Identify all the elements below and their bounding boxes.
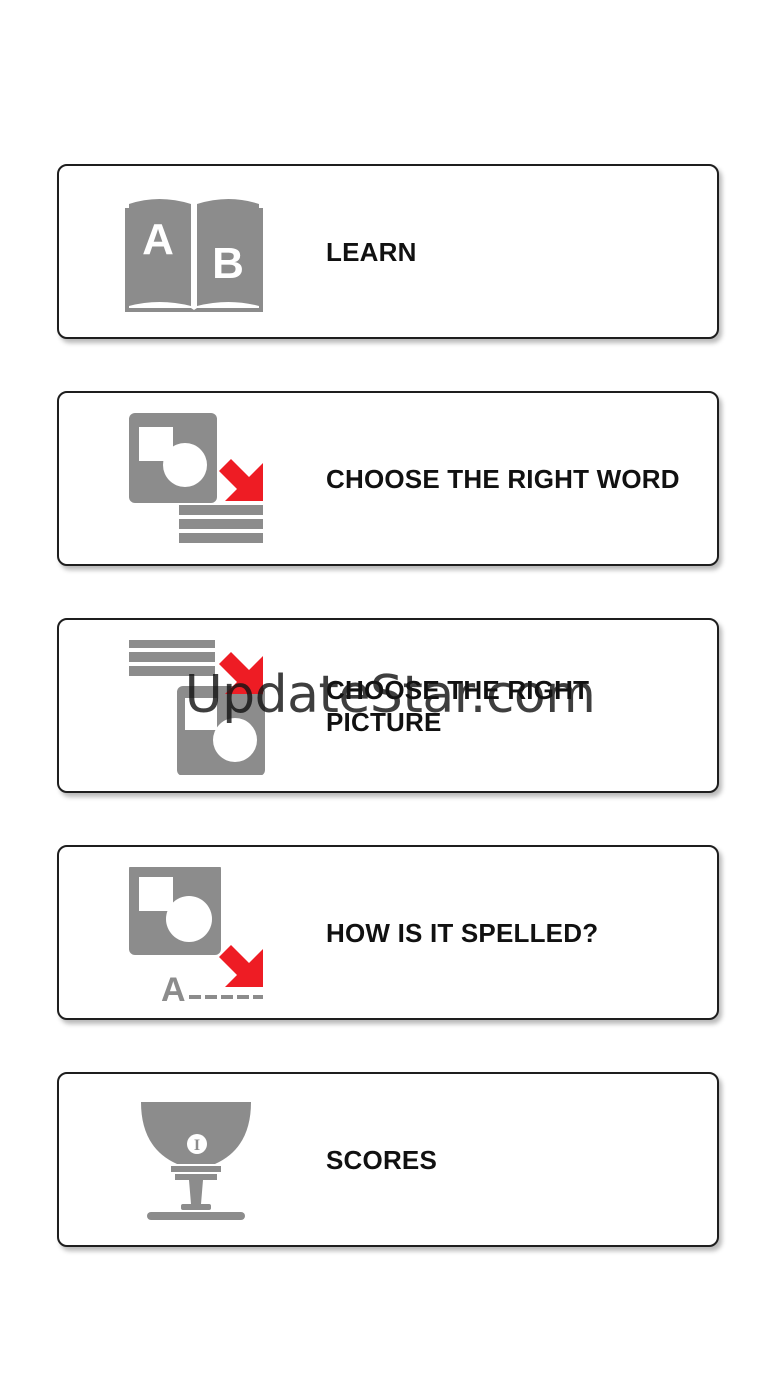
how-is-it-spelled-label: HOW IS IT SPELLED?	[326, 917, 599, 948]
how-is-it-spelled-button[interactable]: A HOW IS IT SPELLED?	[57, 845, 719, 1020]
book-right-letter: B	[212, 239, 244, 288]
word-to-picture-icon	[119, 640, 269, 775]
choose-right-picture-label: CHOOSE THE RIGHT PICTURE	[326, 674, 590, 737]
spelling-icon: A	[119, 867, 269, 1002]
main-menu-screen: A B LEARN CHOOSE THE RIGHT WORD CHOOSE T…	[0, 0, 780, 1387]
trophy-cup-icon: I	[119, 1094, 269, 1229]
learn-button[interactable]: A B LEARN	[57, 164, 719, 339]
learn-label: LEARN	[326, 236, 417, 267]
scores-label: SCORES	[326, 1144, 438, 1175]
choose-right-word-button[interactable]: CHOOSE THE RIGHT WORD	[57, 391, 719, 566]
choose-right-word-label: CHOOSE THE RIGHT WORD	[326, 463, 680, 494]
spell-letter: A	[161, 971, 186, 1002]
book-left-letter: A	[142, 215, 174, 264]
book-ab-icon: A B	[119, 186, 269, 321]
scores-button[interactable]: I SCORES	[57, 1072, 719, 1247]
choose-right-picture-button[interactable]: CHOOSE THE RIGHT PICTURE	[57, 618, 719, 793]
trophy-numeral: I	[194, 1137, 200, 1154]
picture-to-word-icon	[119, 413, 269, 548]
